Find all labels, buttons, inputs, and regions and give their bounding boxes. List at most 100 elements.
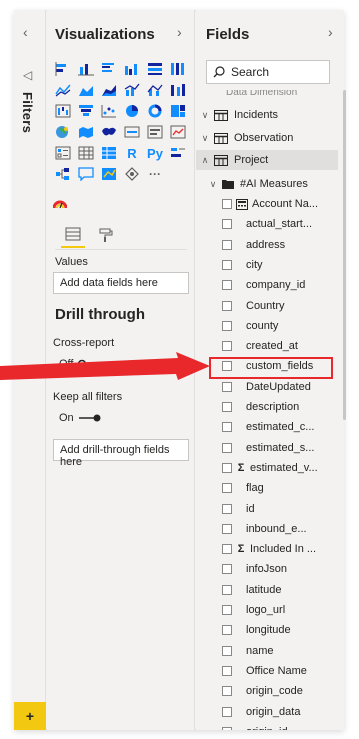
field-row[interactable]: address: [196, 235, 338, 255]
line-and-clustered-column-icon[interactable]: [145, 81, 165, 99]
stacked-column-chart-icon[interactable]: [76, 60, 96, 78]
r-visual-icon[interactable]: R: [122, 144, 142, 162]
field-row[interactable]: Office Name: [196, 661, 338, 681]
field-row[interactable]: city: [196, 255, 338, 275]
field-row[interactable]: origin_code: [196, 681, 338, 701]
stacked-area-chart-icon[interactable]: [99, 81, 119, 99]
field-checkbox[interactable]: [222, 199, 232, 209]
field-row[interactable]: estimated_s...: [196, 438, 338, 458]
chevron-up-icon[interactable]: ∧: [200, 155, 210, 166]
field-row[interactable]: Account Na...: [196, 194, 338, 214]
decomposition-tree-icon[interactable]: [53, 165, 73, 183]
field-checkbox[interactable]: [222, 605, 232, 615]
field-checkbox[interactable]: [222, 219, 232, 230]
scrollbar-thumb[interactable]: [343, 90, 346, 420]
python-visual-icon[interactable]: Py: [145, 144, 165, 162]
custom-visual-icon[interactable]: [52, 198, 68, 212]
stacked-bar-chart-icon[interactable]: [53, 60, 73, 78]
chevron-left-icon[interactable]: ‹: [23, 24, 28, 40]
field-row[interactable]: Σestimated_v...: [196, 458, 338, 478]
field-checkbox[interactable]: [222, 402, 232, 412]
field-row[interactable]: DateUpdated: [196, 377, 338, 397]
fields-tab-icon[interactable]: [61, 222, 85, 248]
field-row[interactable]: latitude: [196, 580, 338, 600]
table-row-observation[interactable]: ∨ Observation: [196, 128, 338, 148]
donut-chart-icon[interactable]: [145, 102, 165, 120]
table-row-incidents[interactable]: ∨ Incidents: [196, 105, 338, 125]
clustered-bar-chart-icon[interactable]: [99, 60, 119, 78]
paint-roller-icon[interactable]: [93, 222, 117, 248]
gauge-icon[interactable]: [122, 123, 142, 141]
field-row[interactable]: infoJson: [196, 559, 338, 579]
field-checkbox[interactable]: [222, 625, 232, 636]
field-checkbox[interactable]: [222, 280, 232, 291]
filled-map-icon[interactable]: [76, 123, 96, 141]
smart-narrative-icon[interactable]: [99, 165, 119, 183]
values-drop-well[interactable]: Add data fields here: [53, 272, 189, 294]
key-influencers-icon[interactable]: [168, 144, 188, 162]
field-checkbox[interactable]: [222, 726, 232, 730]
field-checkbox[interactable]: [222, 686, 232, 697]
table-icon[interactable]: [76, 144, 96, 162]
field-row[interactable]: origin_data: [196, 702, 338, 722]
slicer-icon[interactable]: [53, 144, 73, 162]
field-checkbox[interactable]: [222, 523, 232, 534]
chevron-down-icon[interactable]: ∨: [200, 110, 210, 121]
field-row[interactable]: company_id: [196, 275, 338, 295]
field-checkbox[interactable]: [222, 564, 232, 575]
field-checkbox[interactable]: [222, 320, 232, 331]
field-row[interactable]: county: [196, 316, 338, 336]
line-and-column-chart-icon[interactable]: [122, 81, 142, 99]
matrix-icon[interactable]: [99, 144, 119, 162]
chevron-right-icon[interactable]: ›: [177, 24, 182, 40]
pie-chart-icon[interactable]: [122, 102, 142, 120]
line-chart-icon[interactable]: [53, 81, 73, 99]
field-checkbox[interactable]: [222, 422, 232, 433]
kpi-icon[interactable]: [168, 123, 188, 141]
chevron-right-icon[interactable]: ›: [328, 24, 333, 40]
field-row[interactable]: estimated_c...: [196, 417, 338, 437]
field-checkbox[interactable]: [222, 584, 232, 595]
field-checkbox[interactable]: [222, 259, 232, 270]
fields-search-input[interactable]: Search: [206, 60, 330, 84]
diamond-visual-icon[interactable]: [122, 165, 142, 183]
field-row[interactable]: logo_url: [196, 600, 338, 620]
field-checkbox[interactable]: [222, 645, 232, 656]
field-row[interactable]: id: [196, 499, 338, 519]
field-checkbox[interactable]: [222, 706, 232, 717]
qna-icon[interactable]: [76, 165, 96, 183]
100-bar-chart-icon[interactable]: [145, 60, 165, 78]
field-checkbox[interactable]: [222, 462, 232, 473]
field-row[interactable]: Country: [196, 296, 338, 316]
field-row[interactable]: longitude: [196, 620, 338, 640]
filters-label[interactable]: Filters: [20, 92, 35, 133]
field-row[interactable]: inbound_e...: [196, 519, 338, 539]
table-row-project[interactable]: ∧ Project: [196, 150, 338, 170]
field-row[interactable]: created_at: [196, 336, 338, 356]
field-checkbox[interactable]: [222, 442, 232, 453]
field-row[interactable]: actual_start...: [196, 214, 338, 234]
map-icon[interactable]: [53, 123, 73, 141]
field-checkbox[interactable]: [222, 665, 232, 676]
field-checkbox[interactable]: [222, 381, 232, 392]
card-icon[interactable]: [145, 123, 165, 141]
100-column-chart-icon[interactable]: [168, 60, 188, 78]
field-row[interactable]: name: [196, 641, 338, 661]
waterfall-chart-icon[interactable]: [53, 102, 73, 120]
chevron-down-icon[interactable]: ∨: [208, 179, 218, 190]
treemap-icon[interactable]: [168, 102, 188, 120]
clustered-column-chart-icon[interactable]: [122, 60, 142, 78]
field-checkbox[interactable]: [222, 341, 232, 352]
field-checkbox[interactable]: [222, 544, 232, 555]
funnel-chart-icon[interactable]: [76, 102, 96, 120]
field-checkbox[interactable]: [222, 300, 232, 311]
chevron-down-icon[interactable]: ∨: [200, 133, 210, 144]
add-page-button[interactable]: +: [14, 702, 46, 730]
scatter-chart-icon[interactable]: [99, 102, 119, 120]
ribbon-chart-icon[interactable]: [168, 81, 188, 99]
drill-through-drop-well[interactable]: Add drill-through fields here: [53, 439, 189, 468]
field-row[interactable]: origin_id: [196, 722, 338, 730]
field-checkbox[interactable]: [222, 239, 232, 250]
more-visuals-icon[interactable]: ···: [145, 165, 165, 183]
field-checkbox[interactable]: [222, 503, 232, 514]
